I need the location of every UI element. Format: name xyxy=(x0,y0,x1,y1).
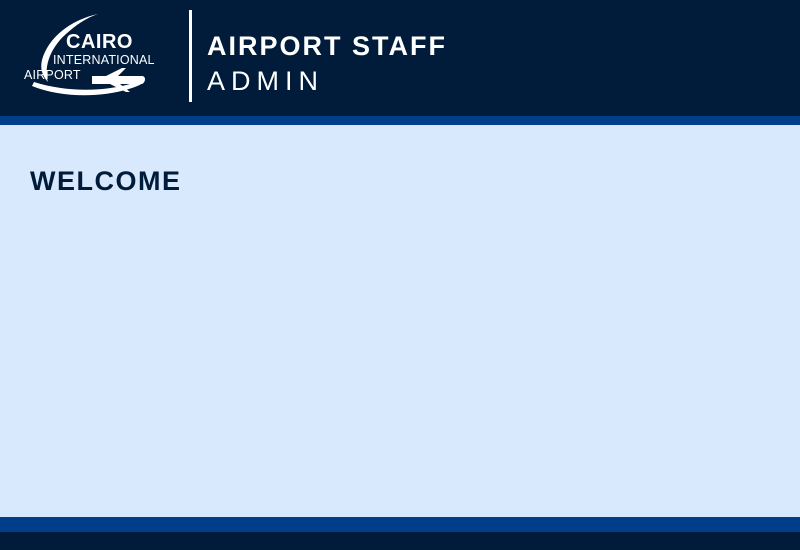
app-footer xyxy=(0,532,800,550)
header-divider xyxy=(189,10,192,102)
app-header: CAIRO INTERNATIONAL AIRPORT AIRPORT STAF… xyxy=(0,0,800,116)
logo-text-airport: AIRPORT xyxy=(24,68,81,82)
page: CAIRO INTERNATIONAL AIRPORT AIRPORT STAF… xyxy=(0,0,800,550)
app-subtitle: ADMIN xyxy=(207,66,324,96)
logo-text-international: INTERNATIONAL xyxy=(53,53,155,67)
logo-text-cairo: CAIRO xyxy=(66,31,133,53)
footer-accent-stripe xyxy=(0,517,800,532)
welcome-heading: WELCOME xyxy=(30,166,182,196)
airport-logo: CAIRO INTERNATIONAL AIRPORT xyxy=(22,12,178,100)
app-title: AIRPORT STAFF xyxy=(207,31,447,61)
header-accent-stripe xyxy=(0,116,800,125)
